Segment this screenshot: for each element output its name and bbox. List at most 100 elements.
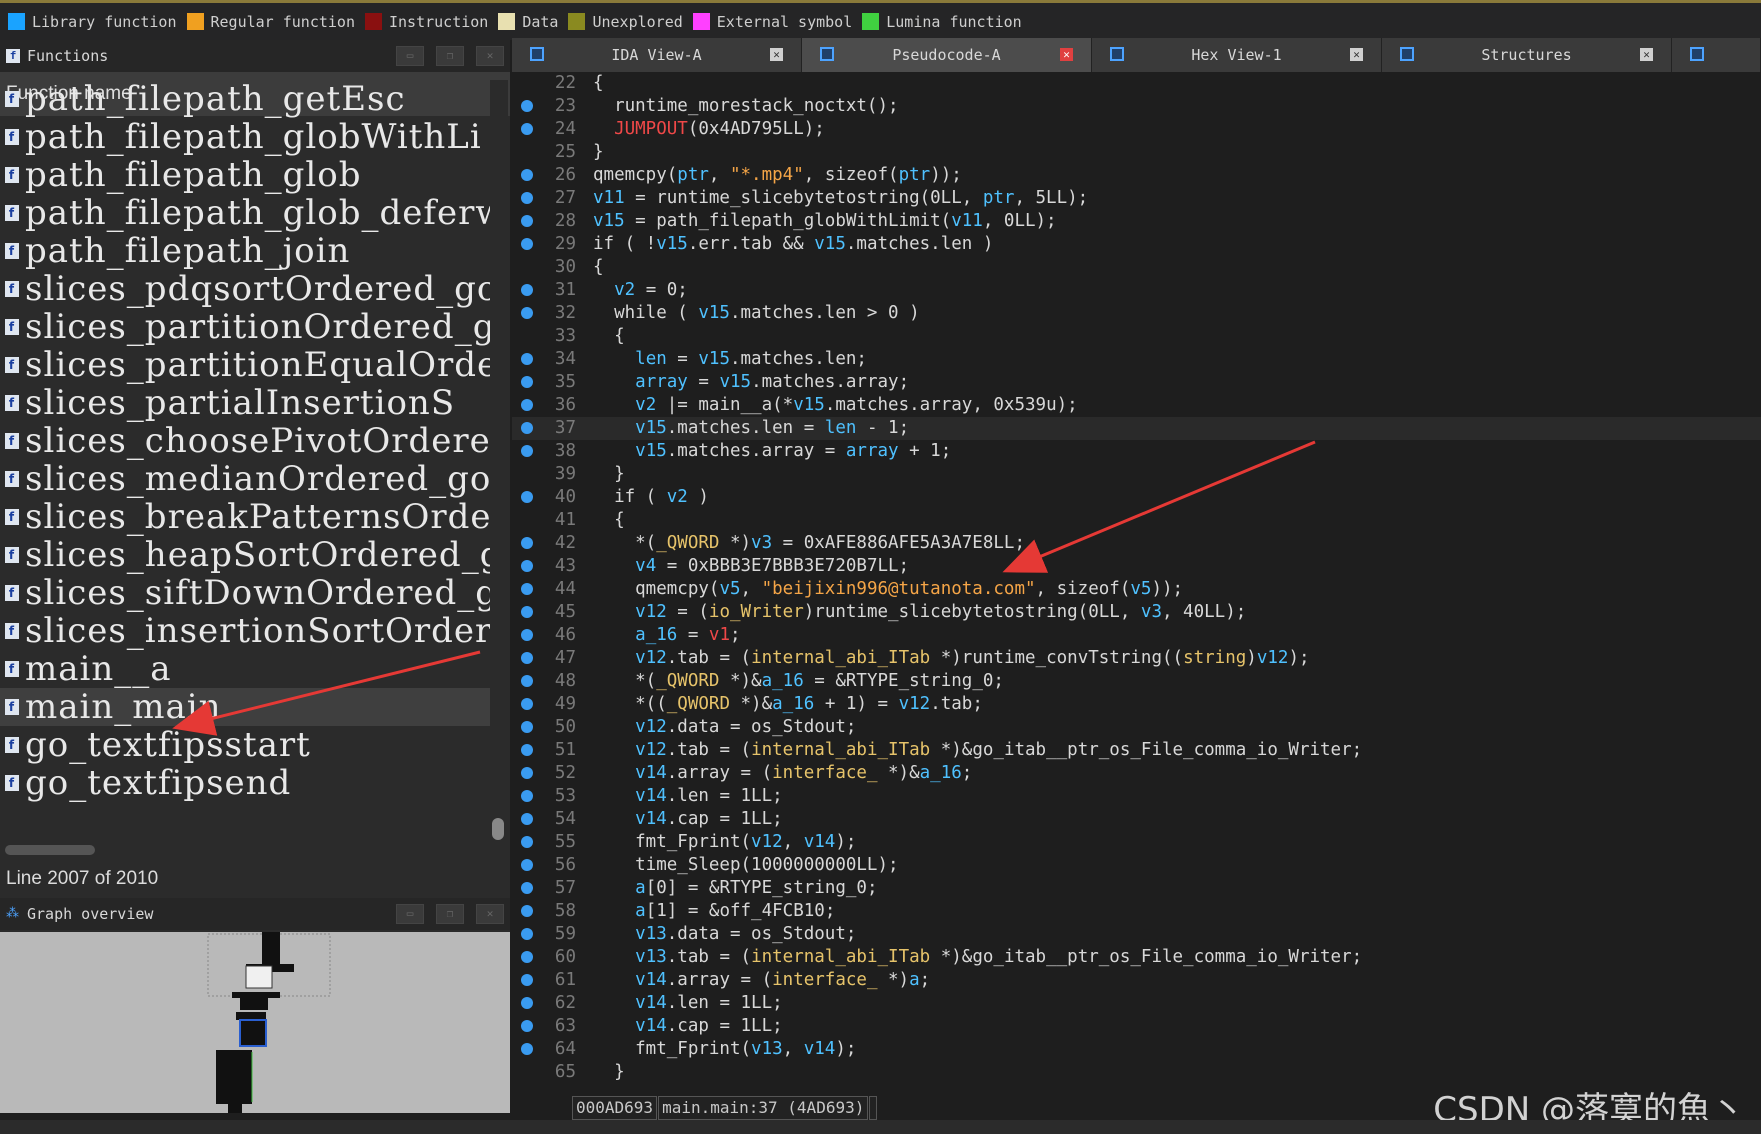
code-line[interactable]: 42 *(_QWORD *)v3 = 0xAFE886AFE5A3A7E8LL; xyxy=(512,532,1761,555)
code-line[interactable]: 45 v12 = (io_Writer)runtime_slicebytetos… xyxy=(512,601,1761,624)
code-text[interactable]: JUMPOUT(0x4AD795LL); xyxy=(593,118,825,141)
code-text[interactable]: qmemcpy(v5, "beijixin996@tutanota.com", … xyxy=(593,578,1183,601)
graph-float-button[interactable]: ▭ xyxy=(396,904,424,924)
breakpoint-dot-icon[interactable] xyxy=(521,813,533,825)
breakpoint-dot-icon[interactable] xyxy=(521,537,533,549)
code-text[interactable]: v15.matches.array = array + 1; xyxy=(593,440,951,463)
code-text[interactable]: if ( !v15.err.tab && v15.matches.len ) xyxy=(593,233,993,256)
code-text[interactable]: *(_QWORD *)&a_16 = &RTYPE_string_0; xyxy=(593,670,1004,693)
breakpoint-dot-icon[interactable] xyxy=(521,560,533,572)
breakpoint-dot-icon[interactable] xyxy=(521,100,533,112)
code-line[interactable]: 35 array = v15.matches.array; xyxy=(512,371,1761,394)
graph-restore-button[interactable]: ❐ xyxy=(436,904,464,924)
code-text[interactable]: { xyxy=(593,72,604,95)
breakpoint-dot-icon[interactable] xyxy=(521,859,533,871)
code-text[interactable]: v14.len = 1LL; xyxy=(593,785,783,808)
code-line[interactable]: 59 v13.data = os_Stdout; xyxy=(512,923,1761,946)
panel-float-button[interactable]: ▭ xyxy=(396,46,424,66)
code-text[interactable]: qmemcpy(ptr, "*.mp4", sizeof(ptr)); xyxy=(593,164,962,187)
breakpoint-dot-icon[interactable] xyxy=(521,169,533,181)
breakpoint-dot-icon[interactable] xyxy=(521,652,533,664)
code-text[interactable]: while ( v15.matches.len > 0 ) xyxy=(593,302,920,325)
breakpoint-dot-icon[interactable] xyxy=(521,606,533,618)
code-text[interactable]: v2 = 0; xyxy=(593,279,688,302)
code-line[interactable]: 28 v15 = path_filepath_globWithLimit(v11,… xyxy=(512,210,1761,233)
code-text[interactable]: *(_QWORD *)v3 = 0xAFE886AFE5A3A7E8LL; xyxy=(593,532,1025,555)
function-list-item[interactable]: f main__a xyxy=(0,650,490,688)
function-list-item[interactable]: f slices_partitionOrdered_g xyxy=(0,308,490,346)
code-line[interactable]: 29 if ( !v15.err.tab && v15.matches.len ) xyxy=(512,233,1761,256)
function-list-item[interactable]: f path_filepath_getEsc xyxy=(0,80,490,118)
breakpoint-dot-icon[interactable] xyxy=(521,1020,533,1032)
breakpoint-dot-icon[interactable] xyxy=(521,422,533,434)
tab-close-icon[interactable]: ✕ xyxy=(770,48,783,61)
breakpoint-dot-icon[interactable] xyxy=(521,307,533,319)
code-line[interactable]: 31 v2 = 0; xyxy=(512,279,1761,302)
tab-ida-view-a[interactable]: IDA View-A ✕ xyxy=(512,38,802,72)
breakpoint-dot-icon[interactable] xyxy=(521,1043,533,1055)
code-text[interactable]: len = v15.matches.len; xyxy=(593,348,867,371)
code-text[interactable]: *((_QWORD *)&a_16 + 1) = v12.tab; xyxy=(593,693,983,716)
horizontal-scrollbar-thumb[interactable] xyxy=(5,845,95,855)
code-line[interactable]: 24 JUMPOUT(0x4AD795LL); xyxy=(512,118,1761,141)
function-list-item[interactable]: f slices_siftDownOrdered_go xyxy=(0,574,490,612)
code-line[interactable]: 40 if ( v2 ) xyxy=(512,486,1761,509)
breakpoint-dot-icon[interactable] xyxy=(521,790,533,802)
code-line[interactable]: 55 fmt_Fprint(v12, v14); xyxy=(512,831,1761,854)
function-list-item-partial[interactable] xyxy=(0,802,490,816)
code-line[interactable]: 26 qmemcpy(ptr, "*.mp4", sizeof(ptr)); xyxy=(512,164,1761,187)
code-line[interactable]: 32 while ( v15.matches.len > 0 ) xyxy=(512,302,1761,325)
breakpoint-dot-icon[interactable] xyxy=(521,192,533,204)
code-line[interactable]: 52 v14.array = (interface_ *)&a_16; xyxy=(512,762,1761,785)
code-line[interactable]: 41 { xyxy=(512,509,1761,532)
code-line[interactable]: 65 } xyxy=(512,1061,1761,1084)
breakpoint-dot-icon[interactable] xyxy=(521,951,533,963)
breakpoint-dot-icon[interactable] xyxy=(521,376,533,388)
code-text[interactable]: array = v15.matches.array; xyxy=(593,371,909,394)
code-text[interactable]: v14.array = (interface_ *)a; xyxy=(593,969,930,992)
breakpoint-dot-icon[interactable] xyxy=(521,905,533,917)
code-line[interactable]: 47 v12.tab = (internal_abi_ITab *)runtim… xyxy=(512,647,1761,670)
function-list-item[interactable]: f slices_breakPatternsOrder xyxy=(0,498,490,536)
code-line[interactable]: 36 v2 |= main__a(*v15.matches.array, 0x5… xyxy=(512,394,1761,417)
breakpoint-dot-icon[interactable] xyxy=(521,399,533,411)
code-text[interactable]: v14.cap = 1LL; xyxy=(593,808,783,831)
breakpoint-dot-icon[interactable] xyxy=(521,284,533,296)
code-text[interactable]: } xyxy=(593,141,604,164)
breakpoint-dot-icon[interactable] xyxy=(521,215,533,227)
breakpoint-dot-icon[interactable] xyxy=(521,721,533,733)
code-line[interactable]: 50 v12.data = os_Stdout; xyxy=(512,716,1761,739)
tab-more[interactable] xyxy=(1672,38,1761,72)
breakpoint-dot-icon[interactable] xyxy=(521,353,533,365)
function-list[interactable]: f path_filepath_getEsc f path_filepath_glob… xyxy=(0,80,490,820)
function-list-item[interactable]: f slices_pdqsortOrdered_go_ xyxy=(0,270,490,308)
function-list-item[interactable]: f go_textfipsend xyxy=(0,764,490,802)
code-line[interactable]: 22 { xyxy=(512,72,1761,95)
function-list-item[interactable]: f path_filepath_join xyxy=(0,232,490,270)
code-line[interactable]: 43 v4 = 0xBBB3E7BBB3E720B7LL; xyxy=(512,555,1761,578)
code-text[interactable]: if ( v2 ) xyxy=(593,486,709,509)
breakpoint-dot-icon[interactable] xyxy=(521,882,533,894)
code-text[interactable]: { xyxy=(593,325,625,348)
code-line[interactable]: 54 v14.cap = 1LL; xyxy=(512,808,1761,831)
code-text[interactable]: } xyxy=(593,1061,625,1084)
function-list-item[interactable]: f path_filepath_glob_deferw xyxy=(0,194,490,232)
code-line[interactable]: 27 v11 = runtime_slicebytetostring(0LL, p… xyxy=(512,187,1761,210)
code-line[interactable]: 30 { xyxy=(512,256,1761,279)
code-text[interactable]: fmt_Fprint(v12, v14); xyxy=(593,831,856,854)
breakpoint-dot-icon[interactable] xyxy=(521,123,533,135)
code-line[interactable]: 39 } xyxy=(512,463,1761,486)
code-line[interactable]: 33 { xyxy=(512,325,1761,348)
code-line[interactable]: 53 v14.len = 1LL; xyxy=(512,785,1761,808)
code-line[interactable]: 56 time_Sleep(1000000000LL); xyxy=(512,854,1761,877)
function-list-item[interactable]: f path_filepath_globWithLi xyxy=(0,118,490,156)
function-list-item[interactable]: f path_filepath_glob xyxy=(0,156,490,194)
code-text[interactable]: v15.matches.len = len - 1; xyxy=(593,417,909,440)
code-line[interactable]: 37 v15.matches.len = len - 1; xyxy=(512,417,1761,440)
tab-structures[interactable]: Structures ✕ xyxy=(1382,38,1672,72)
tab-hex-view-1[interactable]: Hex View-1 ✕ xyxy=(1092,38,1382,72)
breakpoint-dot-icon[interactable] xyxy=(521,767,533,779)
tab-close-icon[interactable]: ✕ xyxy=(1060,48,1073,61)
code-line[interactable]: 57 a[0] = &RTYPE_string_0; xyxy=(512,877,1761,900)
code-text[interactable]: v4 = 0xBBB3E7BBB3E720B7LL; xyxy=(593,555,909,578)
